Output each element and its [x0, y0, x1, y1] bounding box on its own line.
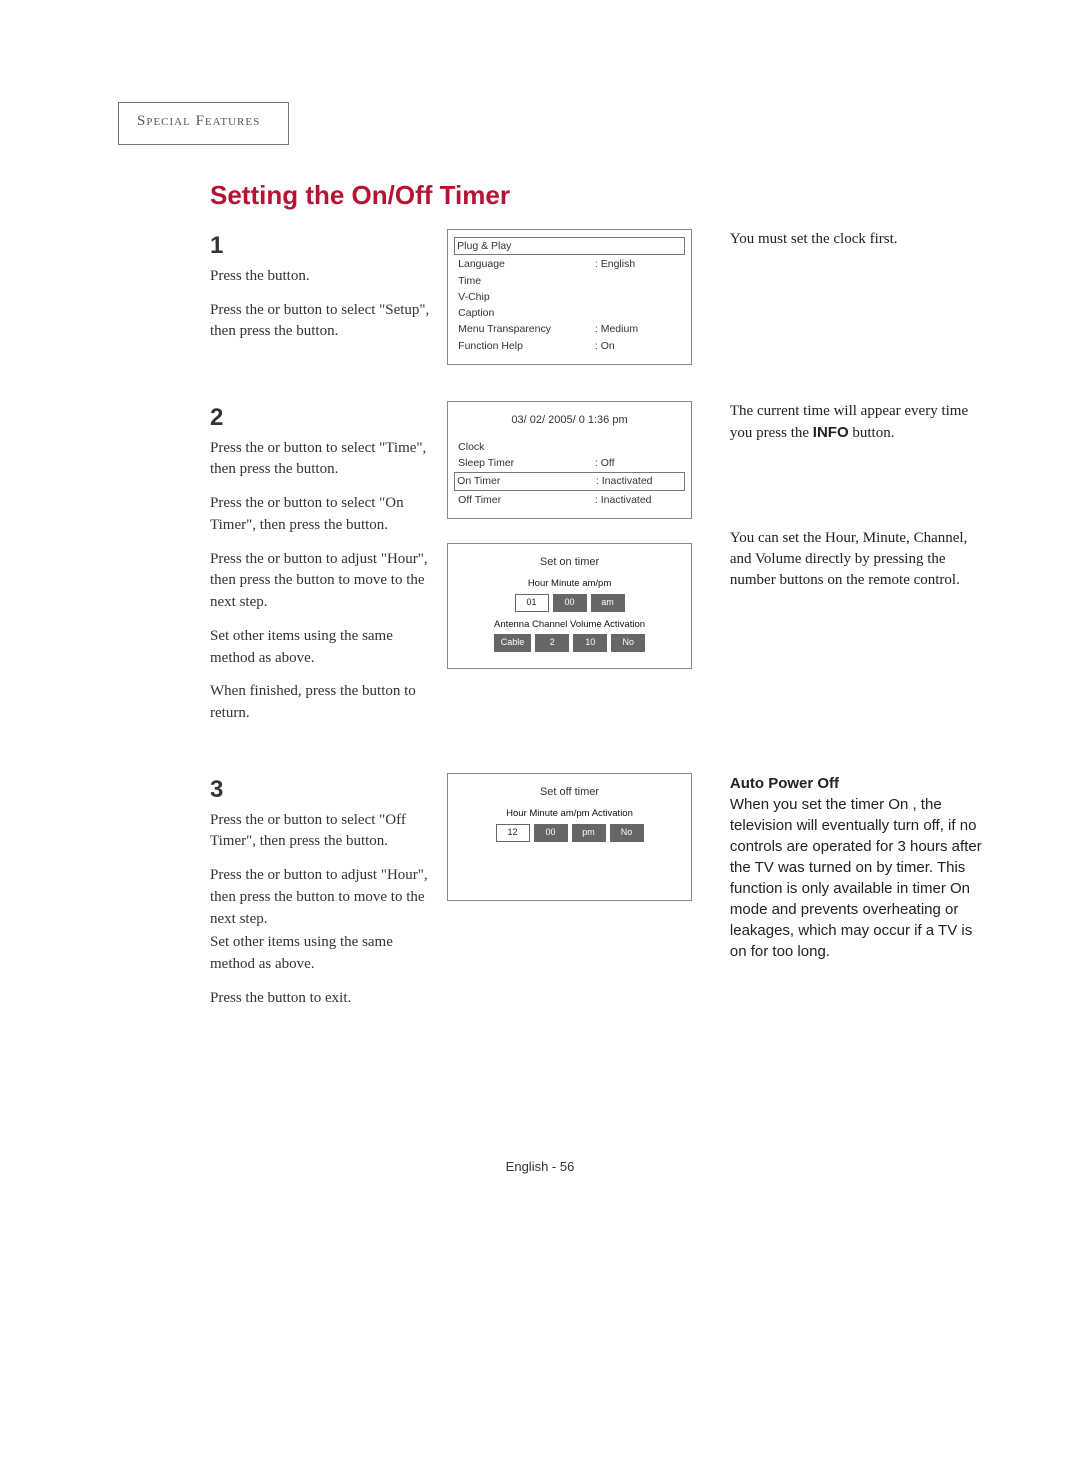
- section-category-text: Special Features: [137, 113, 260, 129]
- step-1-text-b: Press the or button to select "Setup", t…: [210, 300, 435, 344]
- bullet-icon: [716, 229, 730, 231]
- osd-value: 12: [496, 824, 530, 842]
- step-3-text-d: Press the button to exit.: [210, 988, 435, 1010]
- step-3-text-c: Set other items using the same method as…: [210, 932, 435, 976]
- osd-row: Caption: [456, 305, 683, 321]
- osd-value: Cable: [494, 634, 532, 652]
- note-4-title: Auto Power Off: [730, 773, 990, 794]
- step-1-text-a: Press the button.: [210, 266, 435, 288]
- section-category: Special Features: [118, 102, 289, 145]
- osd-setup-menu: Plug & Play Language : English Time: [447, 229, 692, 365]
- osd-header: Hour Minute am/pm: [456, 577, 683, 592]
- osd-row: Plug & Play: [454, 237, 685, 255]
- osd-title: Set on timer: [456, 554, 683, 571]
- osd-row: On Timer : Inactivated: [454, 472, 685, 490]
- note-1: You must set the clock first.: [716, 229, 990, 250]
- osd-datetime: 03/ 02/ 2005/ 0 1:36 pm: [456, 412, 683, 429]
- osd-value: 00: [534, 824, 568, 842]
- osd-row: Time: [456, 273, 683, 289]
- step-2-number: 2: [210, 401, 435, 436]
- note-4-body: When you set the timer On , the televisi…: [730, 794, 990, 962]
- osd-value: pm: [572, 824, 606, 842]
- step-2-text-b: Press the or button to select "On Timer"…: [210, 493, 435, 537]
- osd-header: Hour Minute am/pm Activation: [456, 807, 683, 822]
- osd-value: 01: [515, 594, 549, 612]
- osd-row: Sleep Timer : Off: [456, 455, 683, 471]
- osd-value: 00: [553, 594, 587, 612]
- bullet-icon: [716, 528, 730, 530]
- osd-row: Language : English: [456, 256, 683, 272]
- step-1-number: 1: [210, 229, 435, 264]
- note-3: You can set the Hour, Minute, Channel, a…: [716, 528, 990, 591]
- note-4: Auto Power Off When you set the timer On…: [716, 773, 990, 962]
- osd-time-menu: 03/ 02/ 2005/ 0 1:36 pm Clock Sleep Time…: [447, 401, 692, 519]
- note-2: The current time will appear every time …: [716, 401, 990, 444]
- page-title: Setting the On/Off Timer: [210, 180, 980, 211]
- osd-row: Menu Transparency : Medium: [456, 321, 683, 337]
- step-2-text-d: Set other items using the same method as…: [210, 626, 435, 670]
- osd-on-timer: Set on timer Hour Minute am/pm 01 00 am …: [447, 543, 692, 669]
- osd-title: Set off timer: [456, 784, 683, 801]
- step-3-text-a: Press the or button to select "Off Timer…: [210, 810, 435, 854]
- osd-off-timer: Set off timer Hour Minute am/pm Activati…: [447, 773, 692, 901]
- osd-row: Off Timer : Inactivated: [456, 492, 683, 508]
- step-1: 1 Press the button. Press the or button …: [210, 229, 990, 365]
- step-3-text-b: Press the or button to adjust "Hour", th…: [210, 865, 435, 930]
- osd-row: Clock: [456, 439, 683, 455]
- page-footer: English - 56: [0, 1159, 1080, 1174]
- bullet-icon: [716, 401, 730, 403]
- osd-value: No: [611, 634, 645, 652]
- osd-header: Antenna Channel Volume Activation: [456, 618, 683, 633]
- osd-value: 10: [573, 634, 607, 652]
- step-2: 2 Press the or button to select "Time", …: [210, 401, 990, 737]
- osd-row: Function Help : On: [456, 338, 683, 354]
- step-2-text-e: When finished, press the button to retur…: [210, 681, 435, 725]
- step-3-number: 3: [210, 773, 435, 808]
- bullet-icon: [716, 773, 730, 775]
- osd-value: 2: [535, 634, 569, 652]
- osd-value: No: [610, 824, 644, 842]
- step-2-text-a: Press the or button to select "Time", th…: [210, 438, 435, 482]
- step-3: 3 Press the or button to select "Off Tim…: [210, 773, 990, 1022]
- osd-value: am: [591, 594, 625, 612]
- step-2-text-c: Press the or button to adjust "Hour", th…: [210, 549, 435, 614]
- osd-row: V-Chip: [456, 289, 683, 305]
